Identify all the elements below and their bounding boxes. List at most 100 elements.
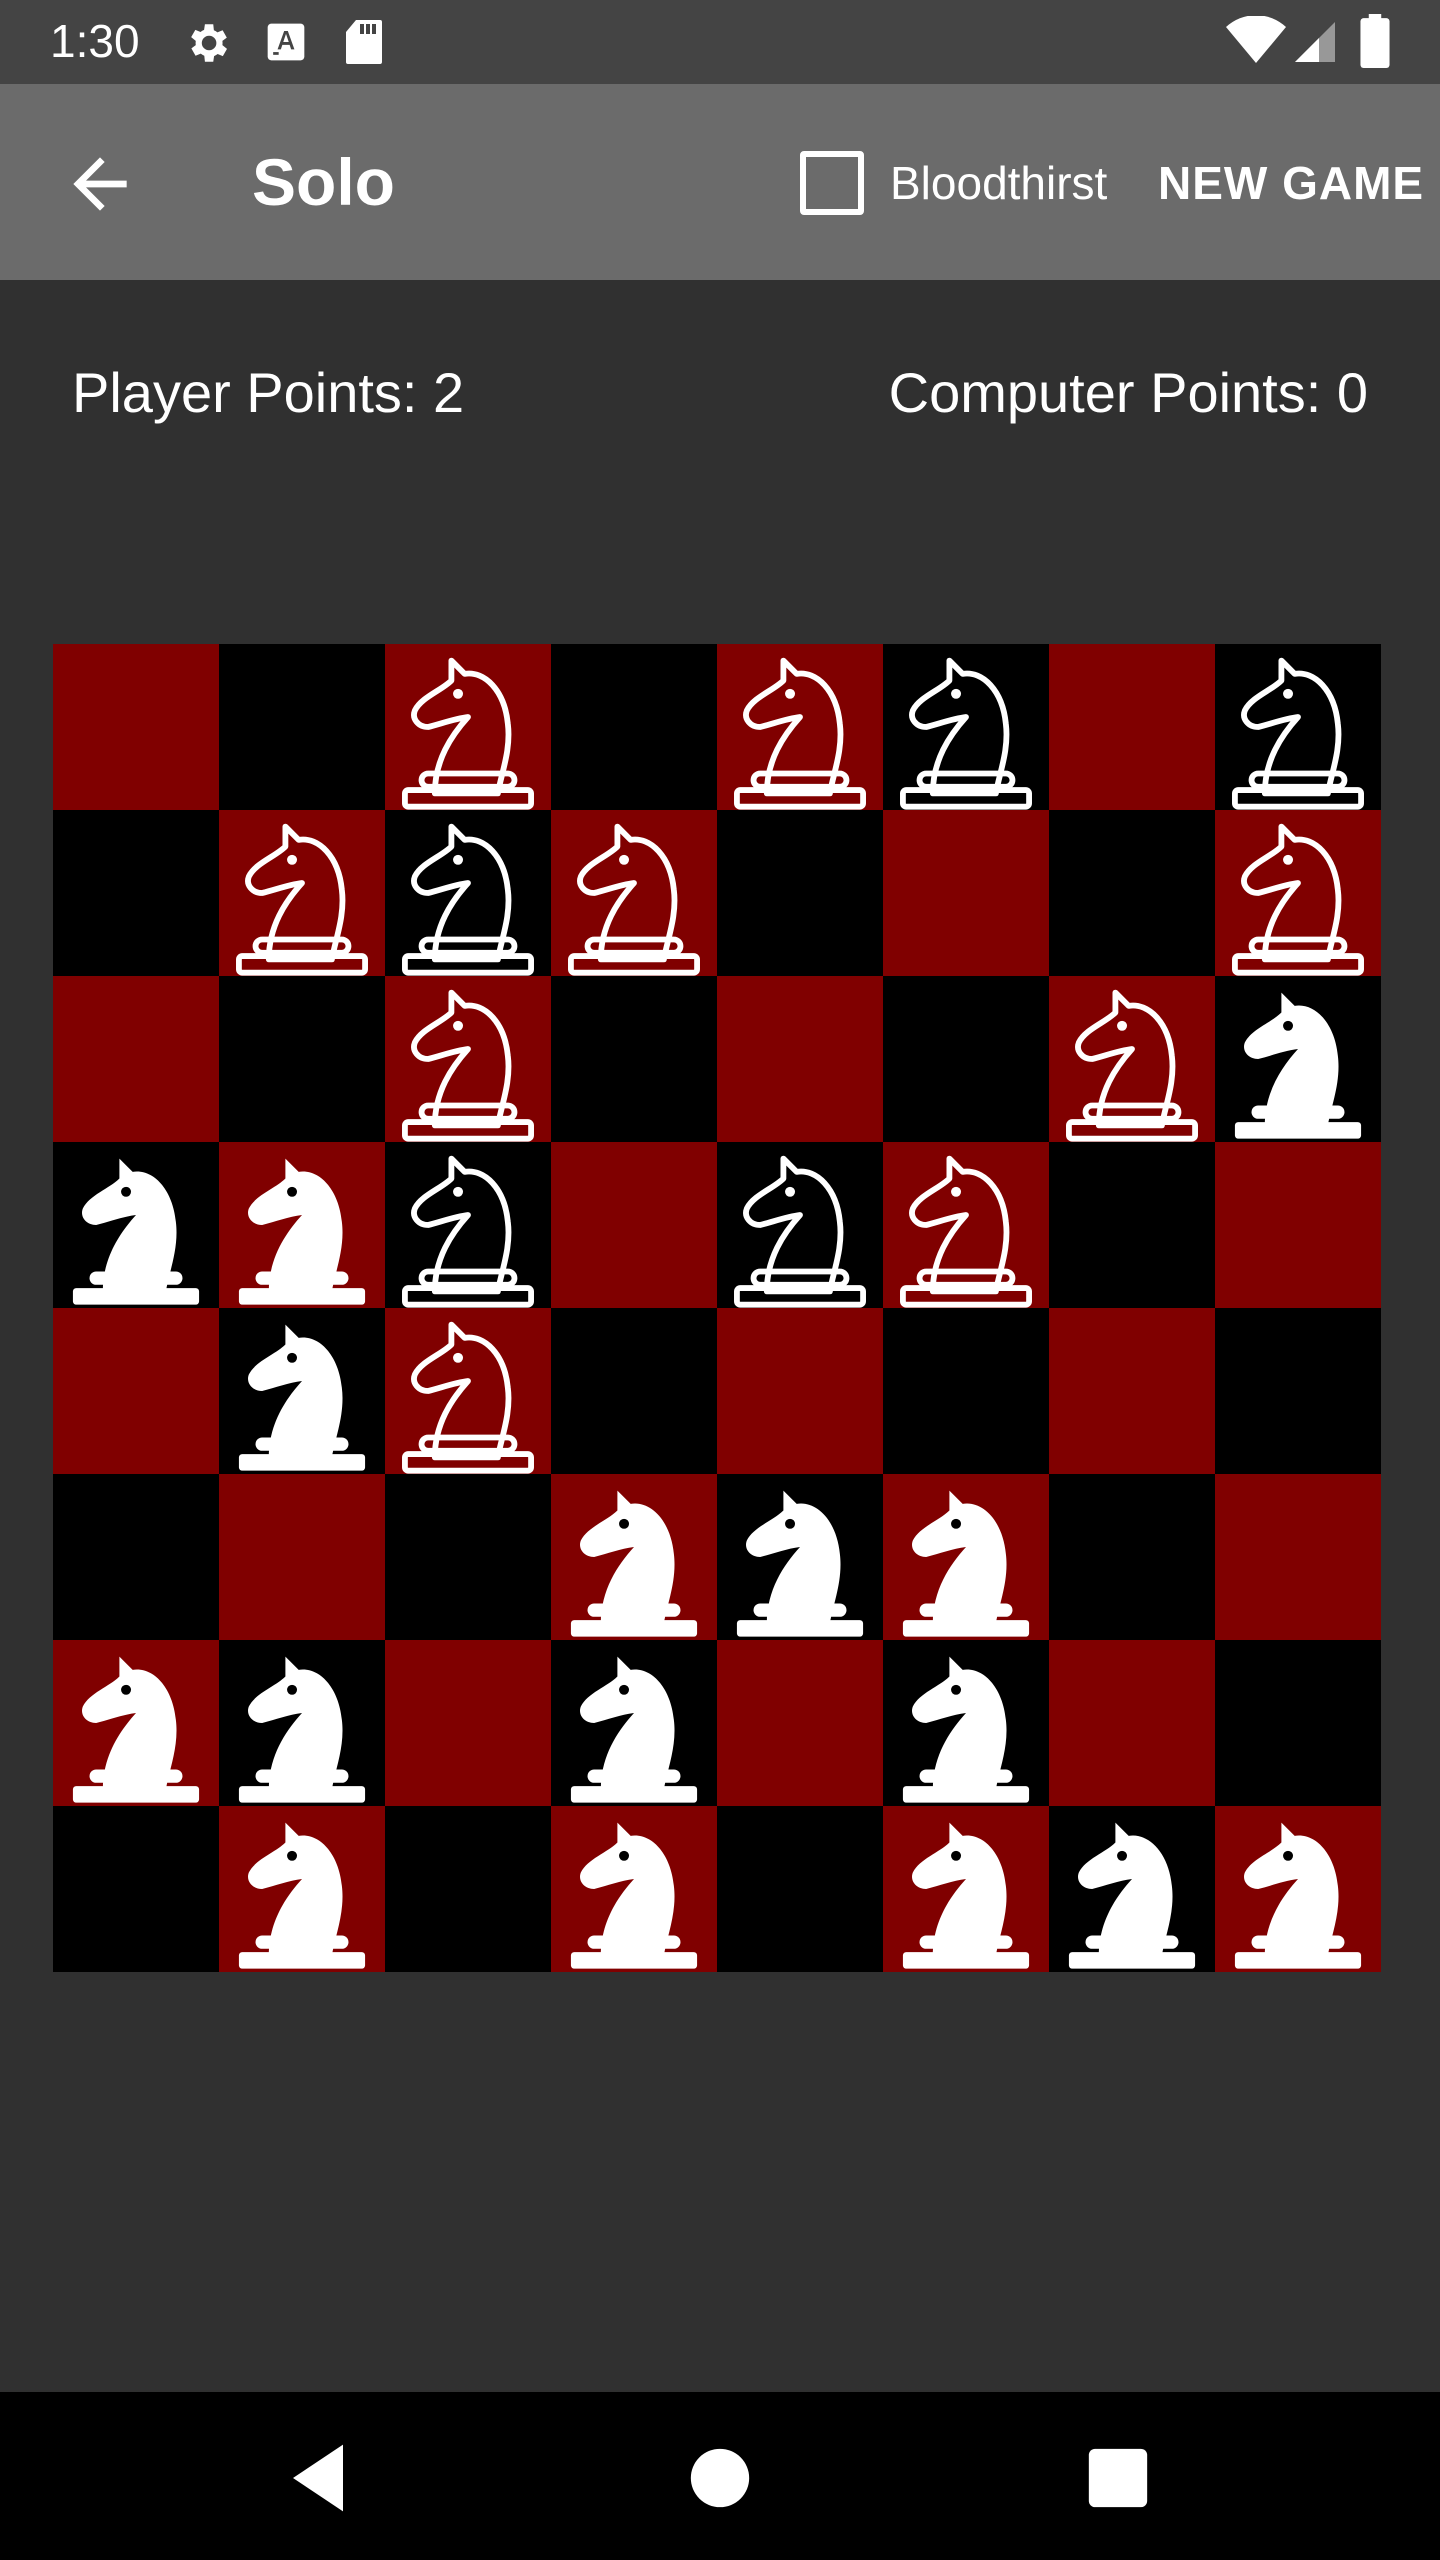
board-square[interactable] xyxy=(551,1308,717,1474)
board-square[interactable] xyxy=(1049,976,1215,1142)
chess-board xyxy=(53,644,1381,1972)
settings-icon xyxy=(191,24,227,62)
board-square[interactable] xyxy=(1215,810,1381,976)
board-square[interactable] xyxy=(717,644,883,810)
outlined-knight-icon xyxy=(402,657,534,810)
outlined-knight-icon xyxy=(236,823,368,976)
board-square[interactable] xyxy=(1215,1474,1381,1640)
board-square[interactable] xyxy=(883,644,1049,810)
outlined-knight-icon xyxy=(402,1155,534,1308)
white-knight-icon xyxy=(570,1822,698,1969)
white-knight-icon xyxy=(238,1324,366,1471)
board-square[interactable] xyxy=(53,1806,219,1972)
board-square[interactable] xyxy=(219,1640,385,1806)
board-square[interactable] xyxy=(883,1142,1049,1308)
board-square[interactable] xyxy=(551,1640,717,1806)
board-square[interactable] xyxy=(1215,976,1381,1142)
board-square[interactable] xyxy=(1049,1806,1215,1972)
arrow-back-icon[interactable] xyxy=(60,144,140,224)
white-knight-icon xyxy=(1234,1822,1362,1969)
board-square[interactable] xyxy=(883,1308,1049,1474)
board-square[interactable] xyxy=(219,1806,385,1972)
board-square[interactable] xyxy=(883,976,1049,1142)
board-square[interactable] xyxy=(385,810,551,976)
board-square[interactable] xyxy=(53,644,219,810)
board-square[interactable] xyxy=(551,976,717,1142)
board-square[interactable] xyxy=(1215,1806,1381,1972)
status-time: 1:30 xyxy=(50,15,140,67)
bloodthirst-label[interactable]: Bloodthirst xyxy=(890,156,1107,210)
board-square[interactable] xyxy=(385,1474,551,1640)
board-square[interactable] xyxy=(1049,1474,1215,1640)
board-square[interactable] xyxy=(717,1640,883,1806)
new-game-button[interactable]: NEW GAME xyxy=(1158,156,1424,210)
board-square[interactable] xyxy=(1049,1308,1215,1474)
white-knight-icon xyxy=(238,1822,366,1969)
board-square[interactable] xyxy=(385,976,551,1142)
board-square[interactable] xyxy=(717,810,883,976)
board-square[interactable] xyxy=(385,1142,551,1308)
board-square[interactable] xyxy=(219,1308,385,1474)
outlined-knight-icon xyxy=(1232,657,1364,810)
wifi-icon xyxy=(1226,16,1286,63)
board-square[interactable] xyxy=(385,1806,551,1972)
outlined-knight-icon xyxy=(402,989,534,1142)
board-square[interactable] xyxy=(1215,1640,1381,1806)
white-knight-icon xyxy=(72,1158,200,1305)
board-square[interactable] xyxy=(1049,810,1215,976)
outlined-knight-icon xyxy=(1066,989,1198,1142)
board-square[interactable] xyxy=(53,1474,219,1640)
board-square[interactable] xyxy=(717,1308,883,1474)
board-square[interactable] xyxy=(883,810,1049,976)
nav-recents-icon[interactable] xyxy=(1068,2428,1168,2528)
board-square[interactable] xyxy=(1215,1142,1381,1308)
nav-back-icon[interactable] xyxy=(268,2428,368,2528)
board-square[interactable] xyxy=(1049,1640,1215,1806)
board-square[interactable] xyxy=(53,976,219,1142)
player-points: Player Points: 2 xyxy=(72,361,465,424)
board-square[interactable] xyxy=(219,810,385,976)
board-square[interactable] xyxy=(219,644,385,810)
board-square[interactable] xyxy=(551,1142,717,1308)
white-knight-icon xyxy=(902,1656,1030,1803)
board-square[interactable] xyxy=(1049,1142,1215,1308)
board-square[interactable] xyxy=(53,810,219,976)
page-title: Solo xyxy=(252,145,395,219)
board-square[interactable] xyxy=(717,976,883,1142)
board-square[interactable] xyxy=(219,1474,385,1640)
board-square[interactable] xyxy=(551,1806,717,1972)
white-knight-icon xyxy=(570,1656,698,1803)
outlined-knight-icon xyxy=(734,1155,866,1308)
white-knight-icon xyxy=(1234,992,1362,1139)
outlined-knight-icon xyxy=(402,1321,534,1474)
board-square[interactable] xyxy=(219,976,385,1142)
board-square[interactable] xyxy=(385,1640,551,1806)
white-knight-icon xyxy=(902,1490,1030,1637)
board-square[interactable] xyxy=(385,1308,551,1474)
board-square[interactable] xyxy=(551,1474,717,1640)
board-square[interactable] xyxy=(1215,1308,1381,1474)
board-square[interactable] xyxy=(385,644,551,810)
board-square[interactable] xyxy=(53,1308,219,1474)
board-square[interactable] xyxy=(219,1142,385,1308)
board-square[interactable] xyxy=(551,810,717,976)
board-square[interactable] xyxy=(883,1806,1049,1972)
bloodthirst-checkbox[interactable] xyxy=(800,151,864,215)
board-square[interactable] xyxy=(883,1474,1049,1640)
battery-icon xyxy=(1360,14,1390,68)
board-square[interactable] xyxy=(1049,644,1215,810)
white-knight-icon xyxy=(1068,1822,1196,1969)
nav-home-icon[interactable] xyxy=(670,2428,770,2528)
status-bar: 1:30 xyxy=(0,0,1440,84)
board-square[interactable] xyxy=(53,1142,219,1308)
board-square[interactable] xyxy=(1215,644,1381,810)
board-square[interactable] xyxy=(883,1640,1049,1806)
white-knight-icon xyxy=(238,1158,366,1305)
board-square[interactable] xyxy=(551,644,717,810)
board-square[interactable] xyxy=(717,1142,883,1308)
board-square[interactable] xyxy=(717,1806,883,1972)
outlined-knight-icon xyxy=(568,823,700,976)
signal-icon xyxy=(1295,22,1335,62)
board-square[interactable] xyxy=(53,1640,219,1806)
board-square[interactable] xyxy=(717,1474,883,1640)
